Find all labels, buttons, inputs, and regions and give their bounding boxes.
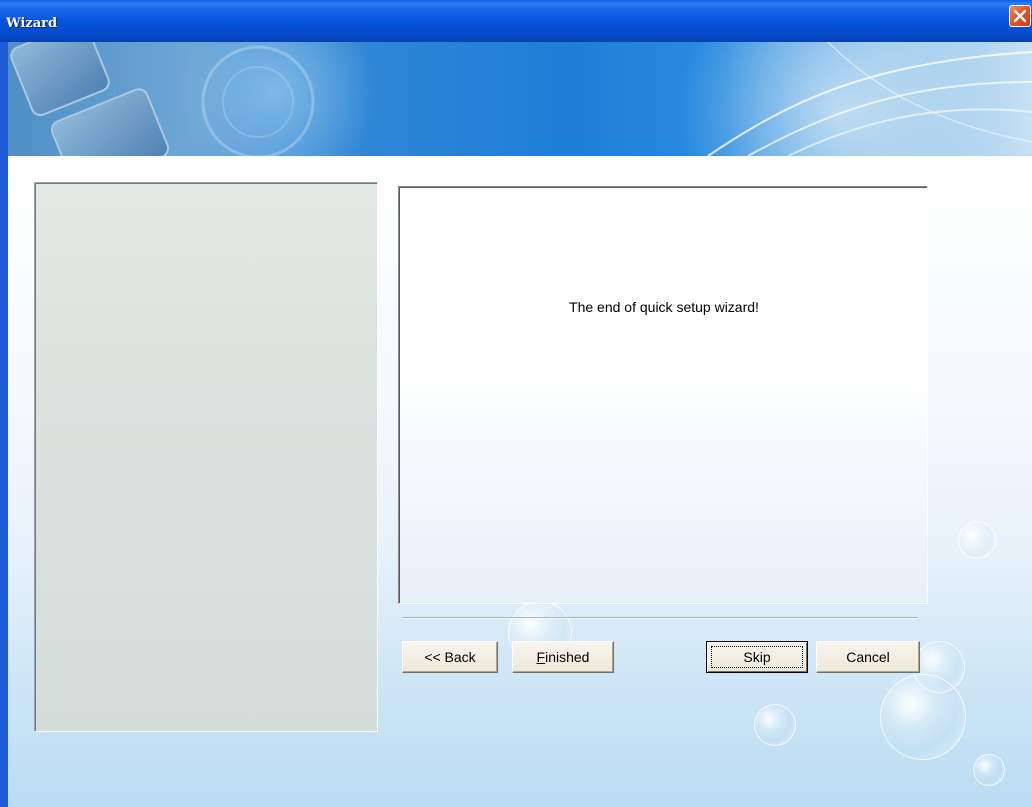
finished-button-label: Finished [537,649,590,665]
close-icon [1013,9,1027,23]
back-button-label: << Back [424,649,476,665]
skip-button-label: Skip [743,649,771,665]
close-button[interactable] [1009,5,1031,27]
finished-button[interactable]: Finished [512,641,614,673]
finished-label-rest: inished [545,649,590,665]
banner-swirl-graphic [201,42,1032,156]
decorative-bubble [754,704,796,746]
cancel-button[interactable]: Cancel [816,641,920,673]
wizard-content: The end of quick setup wizard! << Back F… [8,156,1032,807]
header-banner [8,42,1032,156]
decorative-bubble [880,674,966,760]
wizard-main-panel: The end of quick setup wizard! [398,186,928,604]
decorative-bubble [958,521,996,559]
button-separator [402,617,918,619]
finished-accelerator: F [536,649,546,665]
wizard-window: Wizard The end of quick setup wizard! <<… [0,0,1032,807]
cancel-button-label: Cancel [846,649,890,665]
completion-message: The end of quick setup wizard! [569,299,759,315]
window-title: Wizard [6,16,58,31]
skip-button[interactable]: Skip [706,641,808,673]
title-bar[interactable]: Wizard [0,0,1032,42]
back-button[interactable]: << Back [402,641,498,673]
decorative-bubble [973,754,1005,786]
wizard-image-panel [34,182,378,732]
